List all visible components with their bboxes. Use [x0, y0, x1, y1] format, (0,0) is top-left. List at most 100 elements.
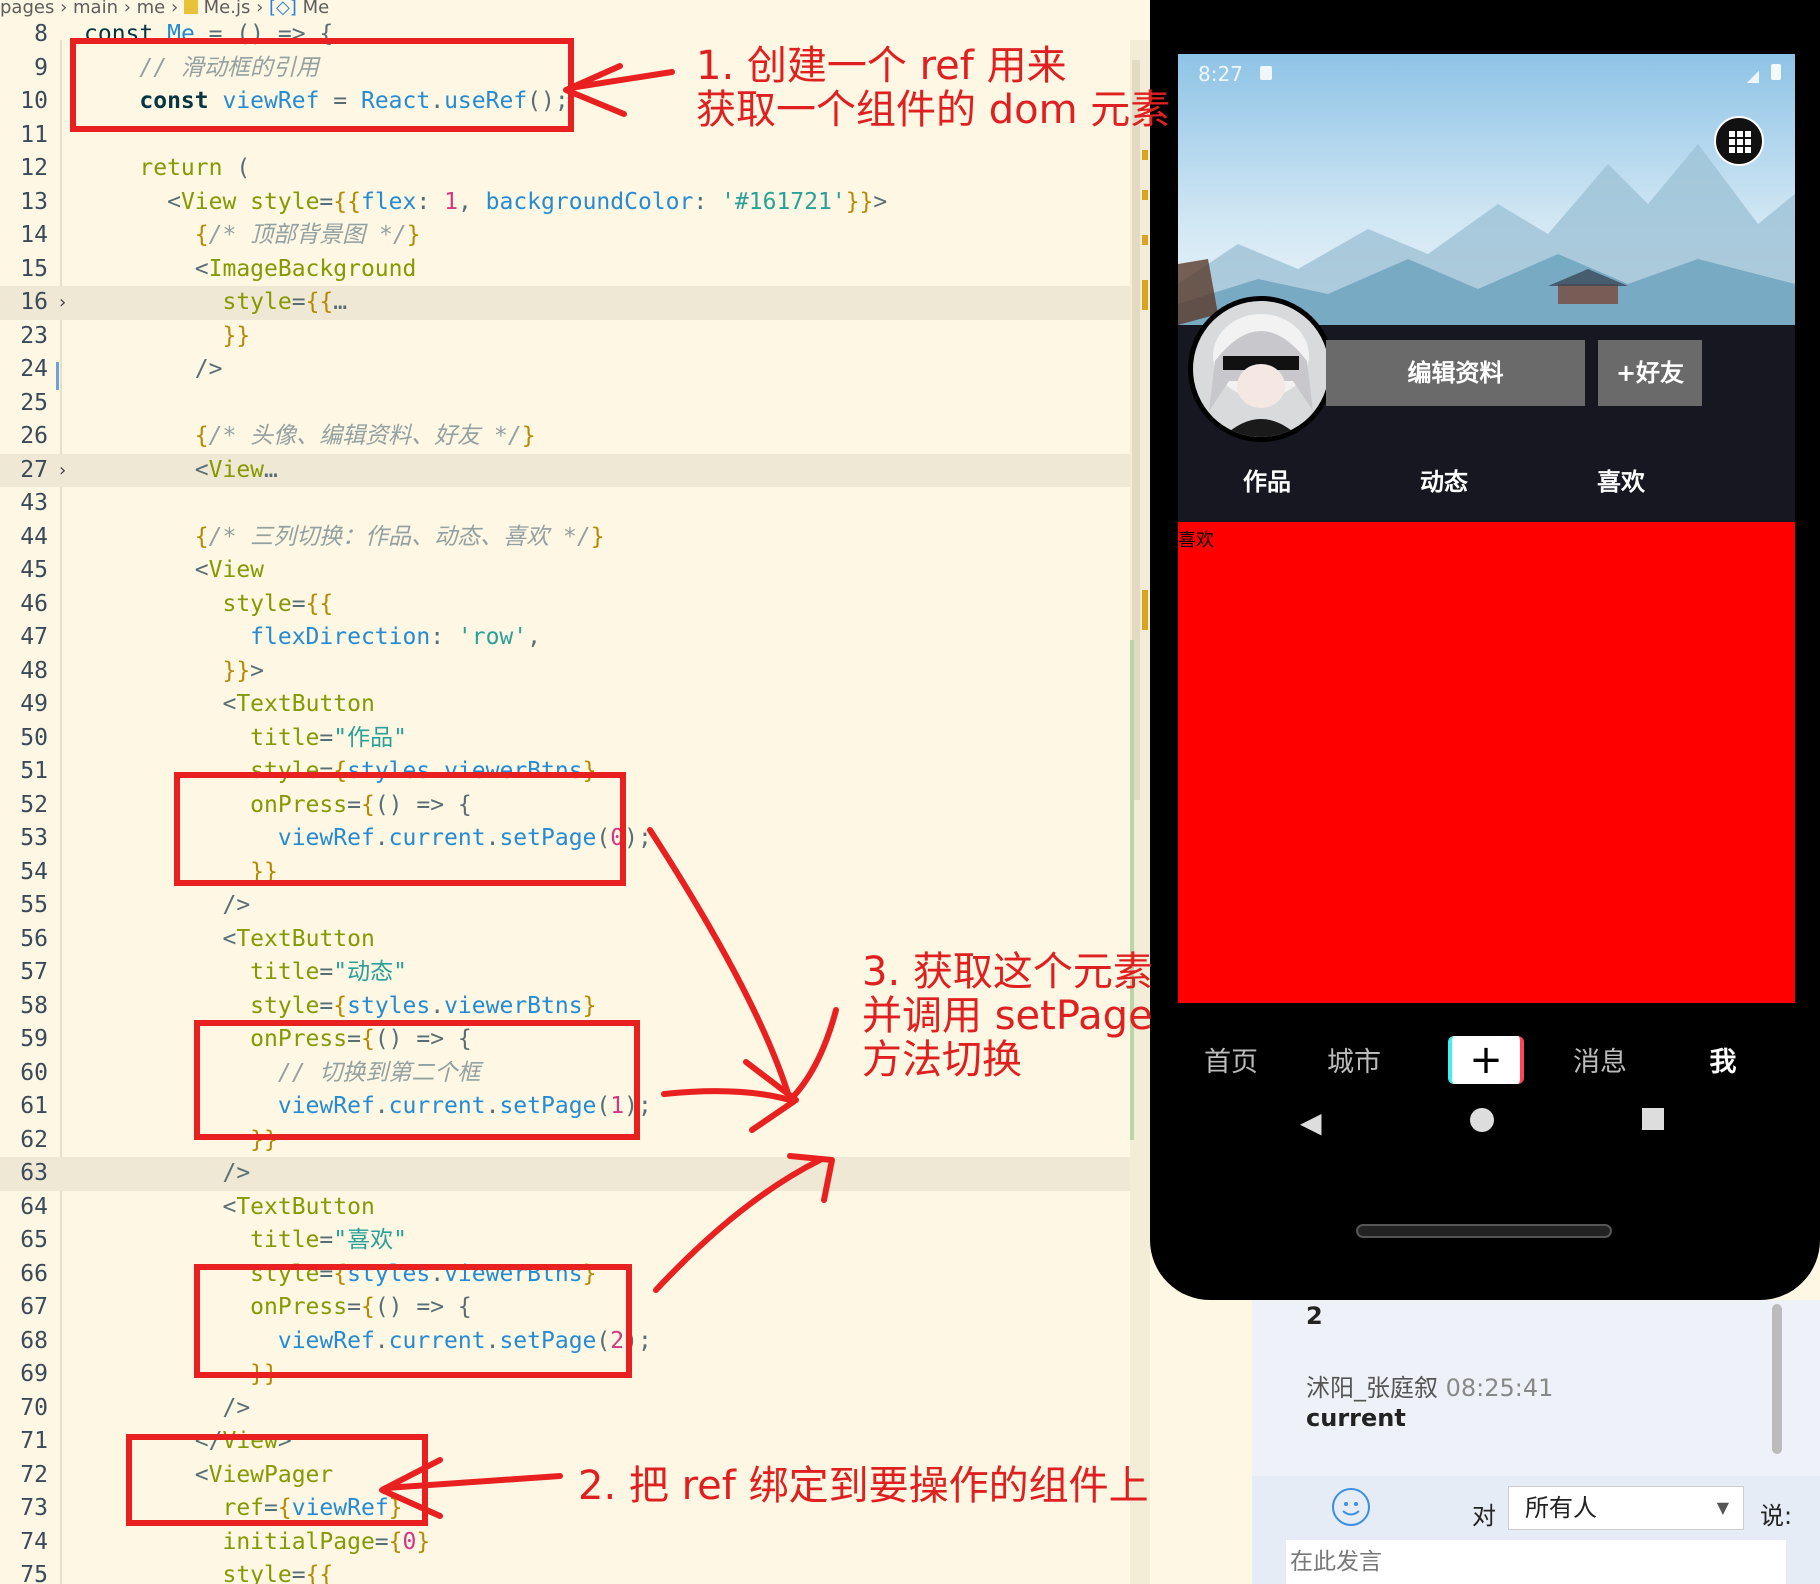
back-icon[interactable]: ◀	[1300, 1106, 1322, 1139]
nav-me[interactable]: 我	[1678, 1040, 1768, 1079]
symbol-icon: [◇]	[269, 0, 297, 18]
code-line[interactable]: 54 }}	[0, 856, 1150, 890]
code-line[interactable]: 9 // 滑动框的引用	[0, 52, 1150, 86]
code-line[interactable]: 47 flexDirection: 'row',	[0, 621, 1150, 655]
view-pager-page[interactable]: 喜欢	[1178, 522, 1795, 1003]
code-token: <	[84, 1461, 209, 1488]
code-line[interactable]: 66 style={styles.viewerBtns}	[0, 1258, 1150, 1292]
code-line[interactable]: 14 {/* 顶部背景图 */}	[0, 219, 1150, 253]
emoji-icon[interactable]	[1332, 1488, 1370, 1526]
code-line[interactable]: 69 }}	[0, 1358, 1150, 1392]
code-token: styles	[347, 992, 431, 1019]
code-line[interactable]: 65 title="喜欢"	[0, 1224, 1150, 1258]
code-line[interactable]: 72 <ViewPager	[0, 1459, 1150, 1493]
code-token: {	[84, 222, 209, 248]
recipient-select[interactable]: 所有人 ▼	[1508, 1486, 1744, 1530]
code-text: />	[84, 1392, 250, 1425]
code-line[interactable]: 75 style={{	[0, 1559, 1150, 1584]
code-line[interactable]: 26 {/* 头像、编辑资料、好友 */}	[0, 420, 1150, 454]
code-line[interactable]: 63 />	[0, 1157, 1150, 1191]
code-line[interactable]: 44 {/* 三列切换：作品、动态、喜欢 */}	[0, 521, 1150, 555]
code-token: // 滑动框的引用	[84, 54, 319, 81]
message-list[interactable]: 2 沭阳_张庭叙 08:25:41 current	[1252, 1300, 1820, 1480]
line-number: 58	[20, 992, 48, 1019]
code-token: {{	[305, 289, 334, 315]
code-line[interactable]: 24 />	[0, 353, 1150, 387]
code-line[interactable]: 73 ref={viewRef}	[0, 1492, 1150, 1526]
nav-messages[interactable]: 消息	[1555, 1040, 1645, 1079]
code-line[interactable]: 15 <ImageBackground	[0, 253, 1150, 287]
warning-marker	[1142, 150, 1148, 160]
code-line[interactable]: 13 <View style={{flex: 1, backgroundColo…	[0, 186, 1150, 220]
code-line[interactable]: 62 }}	[0, 1124, 1150, 1158]
tab-likes[interactable]: 喜欢	[1546, 462, 1696, 497]
code-line[interactable]: 25	[0, 387, 1150, 421]
code-line[interactable]: 55 />	[0, 889, 1150, 923]
breadcrumb-item[interactable]: Me.js	[204, 0, 251, 18]
code-line[interactable]: 50 title="作品"	[0, 722, 1150, 756]
code-token: .	[485, 1093, 500, 1119]
fold-chevron-icon[interactable]: ›	[59, 294, 66, 312]
line-number: 14	[20, 222, 48, 248]
app-screen[interactable]: 8:27 ◢ 编辑资料 +好友 作品 动态 喜欢 喜欢	[1178, 54, 1795, 1003]
breadcrumb-item[interactable]: main	[73, 0, 118, 18]
code-editor[interactable]: pages › main › me › Me.js › [◇] Me 8 cons…	[0, 0, 1150, 1584]
code-token: "动态"	[333, 959, 407, 985]
code-token: title	[84, 1227, 320, 1253]
grid-menu-button[interactable]	[1714, 116, 1764, 166]
code-text: const Me = () => {	[84, 18, 333, 51]
code-token: .	[374, 1327, 389, 1354]
code-line[interactable]: 70 />	[0, 1392, 1150, 1426]
code-line[interactable]: 61 viewRef.current.setPage(1);	[0, 1090, 1150, 1124]
code-line[interactable]: 12 return (	[0, 152, 1150, 186]
code-line[interactable]: 71 </View>	[0, 1425, 1150, 1459]
code-line[interactable]: 11	[0, 119, 1150, 153]
code-line[interactable]: 57 title="动态"	[0, 956, 1150, 990]
code-line[interactable]: 58 style={styles.viewerBtns}	[0, 990, 1150, 1024]
editor-scrollbar[interactable]	[1130, 40, 1150, 1584]
recents-icon[interactable]	[1642, 1108, 1664, 1130]
chat-scrollbar[interactable]	[1772, 1304, 1782, 1454]
code-line[interactable]: 49 <TextButton	[0, 688, 1150, 722]
code-token: TextButton	[236, 691, 375, 717]
fold-chevron-icon[interactable]: ›	[59, 461, 66, 480]
nav-add-button[interactable]: +	[1448, 1036, 1524, 1084]
recipient-value: 所有人	[1525, 1494, 1597, 1522]
nav-home[interactable]: 首页	[1186, 1040, 1276, 1079]
code-line[interactable]: 27 › <View…	[0, 453, 1150, 487]
code-line[interactable]: 23 }}	[0, 320, 1150, 354]
breadcrumb-item[interactable]: Me	[303, 0, 330, 18]
code-line[interactable]: 48 }}>	[0, 655, 1150, 689]
code-line[interactable]: 68 viewRef.current.setPage(2);	[0, 1325, 1150, 1359]
code-token: () => {	[374, 1026, 472, 1052]
edit-profile-button[interactable]: 编辑资料	[1326, 340, 1585, 406]
code-line[interactable]: 74 initialPage={0}	[0, 1526, 1150, 1560]
line-number: 46	[20, 590, 48, 617]
home-icon[interactable]	[1470, 1108, 1494, 1132]
code-line[interactable]: 46 style={{	[0, 588, 1150, 622]
code-line[interactable]: 51 style={styles.viewerBtns}	[0, 755, 1150, 789]
line-number: 16	[20, 289, 48, 315]
avatar[interactable]	[1188, 296, 1334, 442]
code-line[interactable]: 59 onPress={() => {	[0, 1023, 1150, 1057]
code-line[interactable]: 8 const Me = () => {	[0, 18, 1150, 52]
code-line[interactable]: 67 onPress={() => {	[0, 1291, 1150, 1325]
tab-dynamics[interactable]: 动态	[1369, 462, 1519, 497]
code-line[interactable]: 10 const viewRef = React.useRef();	[0, 85, 1150, 119]
nav-city[interactable]: 城市	[1309, 1040, 1399, 1079]
code-line[interactable]: 60 // 切换到第二个框	[0, 1057, 1150, 1091]
code-line[interactable]: 16 › style={{…	[0, 286, 1150, 320]
code-token: useRef	[444, 88, 528, 114]
message-author[interactable]: 沭阳_张庭叙	[1306, 1374, 1438, 1402]
code-line[interactable]: 53 viewRef.current.setPage(0);	[0, 822, 1150, 856]
code-line[interactable]: 45 <View	[0, 554, 1150, 588]
code-line[interactable]: 52 onPress={() => {	[0, 789, 1150, 823]
code-line[interactable]: 56 <TextButton	[0, 923, 1150, 957]
tab-works[interactable]: 作品	[1192, 462, 1342, 497]
breadcrumb-item[interactable]: me	[137, 0, 166, 18]
message-input[interactable]: 在此发言	[1286, 1540, 1786, 1584]
code-line[interactable]: 43	[0, 487, 1150, 521]
breadcrumb-item[interactable]: pages	[0, 0, 54, 18]
add-friend-button[interactable]: +好友	[1598, 340, 1702, 406]
code-line[interactable]: 64 <TextButton	[0, 1191, 1150, 1225]
